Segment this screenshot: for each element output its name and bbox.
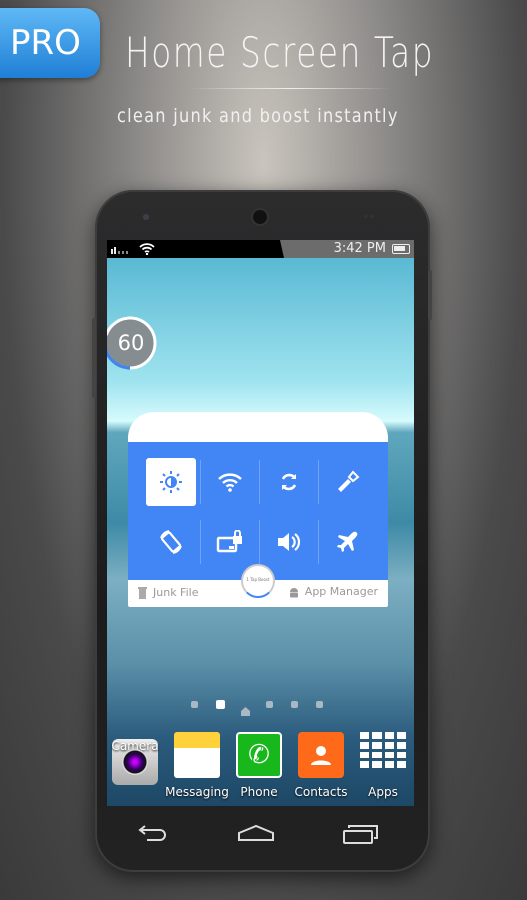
toggle-divider: [200, 520, 201, 564]
airplane-icon: [336, 530, 360, 554]
back-icon[interactable]: [137, 823, 171, 843]
page-dot[interactable]: [291, 701, 298, 708]
wifi-icon: [217, 472, 243, 492]
dock-contacts[interactable]: Contacts: [295, 732, 347, 799]
home-screen: 3:42 PM 60 Junk File App Manager 1 Tap B…: [107, 240, 414, 806]
page-dot[interactable]: [191, 701, 198, 708]
volume-icon: [276, 530, 302, 554]
title-divider: [190, 88, 390, 89]
page-dot-active[interactable]: [216, 700, 225, 709]
toggle-sync[interactable]: [264, 458, 314, 506]
dock-messaging[interactable]: Messaging: [165, 732, 229, 799]
screen-lock-icon: [216, 530, 244, 554]
app-manager-button[interactable]: App Manager: [288, 585, 378, 598]
android-icon: [289, 587, 298, 597]
toggle-rotation[interactable]: [146, 518, 196, 566]
toggle-divider: [259, 520, 260, 564]
front-camera-icon: [253, 210, 267, 224]
toggle-divider: [200, 460, 201, 504]
apps-grid-icon: [360, 732, 406, 778]
junk-file-label: Junk File: [153, 586, 199, 599]
page-dot[interactable]: [266, 701, 273, 708]
dock-phone[interactable]: ✆ Phone: [234, 732, 284, 799]
phone-icon: ✆: [236, 732, 282, 778]
toggle-grid: [128, 442, 388, 580]
rotation-icon: [157, 528, 185, 556]
recents-icon[interactable]: [343, 823, 379, 845]
trash-icon: [138, 586, 147, 599]
side-button[interactable]: [92, 318, 96, 398]
app-manager-label: App Manager: [304, 585, 378, 598]
toggle-airplane[interactable]: [323, 518, 373, 566]
boost-button[interactable]: 1 Tap Boost: [241, 564, 275, 598]
toggle-divider: [318, 520, 319, 564]
promo-subtitle: clean junk and boost instantly: [117, 105, 399, 127]
contacts-icon: [298, 732, 344, 778]
dock-label: Phone: [240, 785, 278, 799]
pro-badge: PRO: [0, 8, 100, 78]
sensor-icon: [143, 214, 149, 220]
wifi-icon: [139, 243, 155, 255]
toggle-screen-lock[interactable]: [205, 518, 255, 566]
speaker-icon: [363, 214, 375, 219]
memory-gauge-value: 60: [117, 331, 145, 355]
page-home-icon[interactable]: [241, 701, 250, 716]
toggle-sound[interactable]: [264, 518, 314, 566]
toggle-divider: [259, 460, 260, 504]
signal-icon: [111, 247, 128, 254]
dock-camera[interactable]: Camera: [110, 732, 160, 785]
toggle-divider: [318, 460, 319, 504]
volume-button[interactable]: [428, 270, 432, 320]
home-icon[interactable]: [237, 823, 275, 843]
brightness-icon: [159, 470, 183, 494]
dock-apps[interactable]: Apps: [358, 732, 408, 799]
status-bar: 3:42 PM: [107, 240, 414, 258]
flashlight-icon: [335, 469, 361, 495]
quick-settings-widget: Junk File App Manager 1 Tap Boost: [128, 412, 388, 607]
toggle-wifi[interactable]: [205, 458, 255, 506]
camera-icon: Camera: [111, 739, 159, 785]
dock-label: Contacts: [294, 785, 348, 799]
promo-title: Home Screen Tap: [125, 28, 435, 77]
page-dot[interactable]: [316, 701, 323, 708]
battery-icon: [392, 244, 410, 254]
toggle-flashlight[interactable]: [323, 458, 373, 506]
dock-label: Messaging: [165, 785, 229, 799]
status-time: 3:42 PM: [333, 241, 386, 256]
junk-file-button[interactable]: Junk File: [138, 586, 198, 599]
messaging-icon: [174, 732, 220, 778]
dock-label: Apps: [368, 785, 398, 799]
sync-icon: [278, 471, 300, 493]
toggle-brightness[interactable]: [146, 458, 196, 506]
